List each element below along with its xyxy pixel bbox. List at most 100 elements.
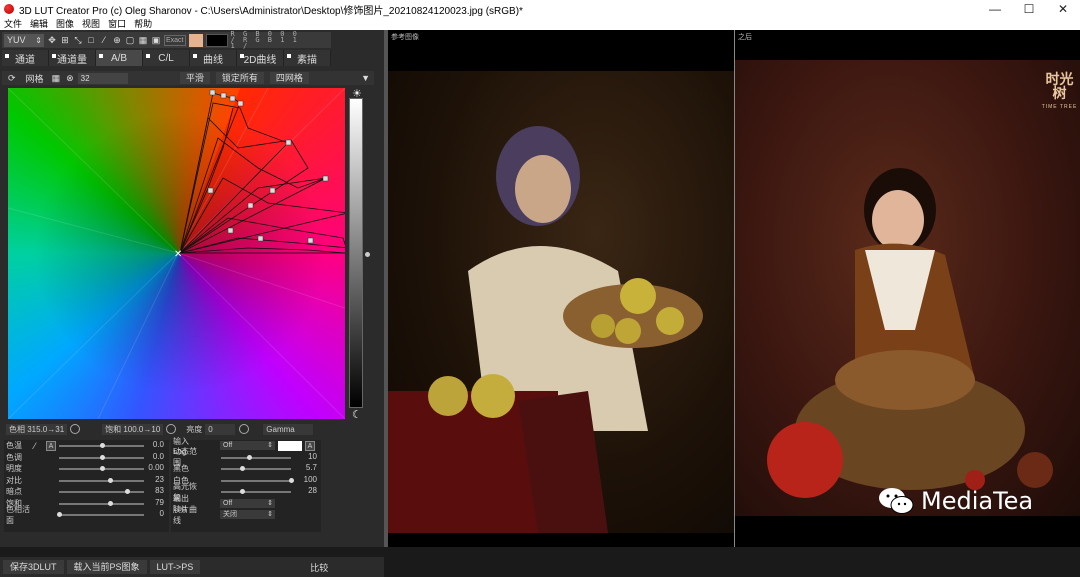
menu-window[interactable]: 窗口 — [108, 18, 126, 30]
param-value: 0.00 — [148, 463, 164, 472]
param-dropdown[interactable]: Off — [220, 441, 275, 450]
shrink-icon[interactable]: ⤡ — [73, 35, 83, 45]
param-slider-knob[interactable] — [125, 489, 130, 494]
grid-mesh[interactable]: ✕ — [8, 88, 345, 419]
tab-channel[interactable]: 通道 — [2, 50, 49, 66]
param-row-r-2: 黑色 5.7 — [171, 463, 321, 475]
menu-help[interactable]: 帮助 — [134, 18, 152, 30]
minimize-button[interactable]: — — [978, 0, 1012, 18]
rgb-readout: R G B 0 0 0 / R G B 1 1 1 / — [230, 30, 299, 50]
eyedropper-icon[interactable]: ⁄ — [99, 35, 109, 45]
menu-image[interactable]: 图像 — [56, 18, 74, 30]
menu-edit[interactable]: 编辑 — [30, 18, 48, 30]
param-slider-knob[interactable] — [289, 477, 294, 483]
control-panel: YUV ✥ ⊞ ⤡ □ ⁄ ⊕ ▢ ▦ ▣ Exact R G B 0 0 0 … — [0, 30, 384, 577]
gamma-select[interactable]: Gamma — [263, 423, 314, 435]
refresh-icon[interactable]: ⟳ — [8, 73, 16, 84]
wheel-icon[interactable]: ⊗ — [66, 73, 74, 84]
select-rect-icon[interactable]: □ — [86, 35, 96, 45]
color-model-select[interactable]: YUV — [4, 33, 44, 47]
status-row: 色相 315.0→31 饱和 100.0→10 亮度 0 Gamma — [0, 422, 376, 436]
tab-sketch[interactable]: 素描 — [284, 50, 331, 66]
param-slider-knob[interactable] — [240, 489, 245, 494]
target-color-swatch[interactable] — [205, 33, 228, 47]
color-grid-canvas[interactable]: ✕ — [8, 88, 345, 419]
param-slider-knob[interactable] — [108, 500, 113, 506]
grid-icon[interactable]: ▦ — [52, 73, 61, 84]
grid-size-input[interactable]: 32 — [77, 72, 128, 84]
param-value: 0 — [159, 509, 164, 518]
grid-icon[interactable]: ▦ — [138, 35, 148, 45]
param-label: 对比 — [6, 475, 22, 485]
param-value: 10 — [308, 451, 317, 461]
exact-toggle[interactable]: Exact — [164, 34, 186, 46]
tab-channel-amount[interactable]: 通道量 — [49, 50, 96, 66]
param-slider-knob[interactable] — [240, 466, 245, 471]
move-icon[interactable]: ✥ — [47, 35, 57, 45]
lock-all-button[interactable]: 锁定所有 — [215, 72, 264, 84]
frame-icon[interactable]: ▣ — [151, 35, 161, 45]
param-slider-knob[interactable] — [57, 512, 62, 517]
param-row-r-6: 胶片曲线 关闭 — [171, 505, 321, 525]
param-row-l-1: 色调 0.0 — [4, 452, 169, 464]
hue-readout: 色相 315.0→31 — [6, 423, 68, 435]
param-value: 5.7 — [305, 463, 317, 472]
param-label: 胶片曲线 — [173, 504, 197, 525]
brightness-value[interactable]: 0 — [205, 423, 236, 435]
param-slider-knob[interactable] — [108, 477, 113, 483]
param-label: 色调 — [6, 452, 22, 462]
param-slider-knob[interactable] — [99, 454, 105, 460]
menu-view[interactable]: 视图 — [82, 18, 100, 30]
brightness-reset-icon[interactable] — [239, 424, 250, 434]
param-label: 色温 — [6, 441, 22, 451]
sat-reset-icon[interactable] — [166, 424, 177, 434]
param-slider-track[interactable] — [59, 491, 144, 493]
param-value: 79 — [155, 497, 164, 507]
param-dropdown[interactable]: 关闭 — [220, 510, 275, 519]
menu-file[interactable]: 文件 — [4, 18, 22, 30]
param-row-l-0: 色温 0.0 — [4, 440, 169, 452]
tab-cl[interactable]: C/L — [143, 50, 190, 66]
param-slider-track[interactable] — [59, 502, 144, 505]
param-slider-knob[interactable] — [99, 443, 105, 448]
save-3dlut-button[interactable]: 保存3DLUT — [3, 560, 64, 574]
smooth-button[interactable]: 平滑 — [179, 72, 210, 84]
crop-icon[interactable]: ▢ — [125, 35, 135, 45]
tab-curves[interactable]: 曲线 — [190, 50, 237, 66]
source-color-swatch[interactable] — [188, 33, 203, 47]
param-slider-track[interactable] — [221, 468, 291, 470]
before-label: 参考图像 — [391, 34, 419, 41]
before-panel: 参考图像 — [388, 30, 734, 547]
maximize-button[interactable]: ☐ — [1012, 0, 1046, 18]
tab-2d-curves[interactable]: 2D曲线 — [237, 50, 284, 66]
param-dropdown[interactable]: Off — [220, 498, 275, 508]
reference-photo — [388, 71, 734, 533]
load-ps-image-button[interactable]: 载入当前PS图象 — [66, 560, 147, 574]
param-value: 0.0 — [152, 440, 164, 449]
param-label: 暗点 — [6, 487, 22, 497]
param-value: 83 — [155, 486, 164, 495]
param-slider-track[interactable] — [59, 479, 144, 482]
tab-ab[interactable]: A/B — [96, 50, 143, 66]
close-button[interactable]: ✕ — [1046, 0, 1080, 18]
params-left: ⁄ A 色温 0.0 色调 0.0 明度 0.00 对比 23 暗点 83 饱和 79 色相活面 0 — [4, 440, 169, 532]
param-label: 明度 — [6, 464, 22, 474]
param-slider-track[interactable] — [59, 514, 144, 516]
four-grid-button[interactable]: 四网格 — [269, 72, 309, 84]
after-panel: 之后 时光树 TIME TREE — [735, 30, 1080, 547]
param-slider-track[interactable] — [221, 456, 291, 459]
collapse-triangle-icon[interactable]: ▼ — [361, 73, 370, 83]
hue-reset-icon[interactable] — [70, 424, 81, 434]
param-slider-knob[interactable] — [99, 466, 105, 471]
brightness-slider-knob[interactable] — [365, 252, 370, 257]
brightness-slider[interactable] — [349, 98, 363, 408]
bottom-bar: 保存3DLUT 载入当前PS图象 LUT->PS 比较 — [0, 557, 384, 577]
compare-button[interactable]: 比较 — [310, 561, 328, 574]
zoom-icon[interactable]: ⊕ — [112, 35, 122, 45]
menu-bar: 文件 编辑 图像 视图 窗口 帮助 — [0, 18, 1080, 30]
transform-icon[interactable]: ⊞ — [60, 35, 70, 45]
param-slider-track[interactable] — [221, 491, 291, 493]
lut-to-ps-button[interactable]: LUT->PS — [149, 560, 201, 574]
param-slider-knob[interactable] — [247, 454, 252, 460]
param-slider-track[interactable] — [221, 479, 291, 482]
